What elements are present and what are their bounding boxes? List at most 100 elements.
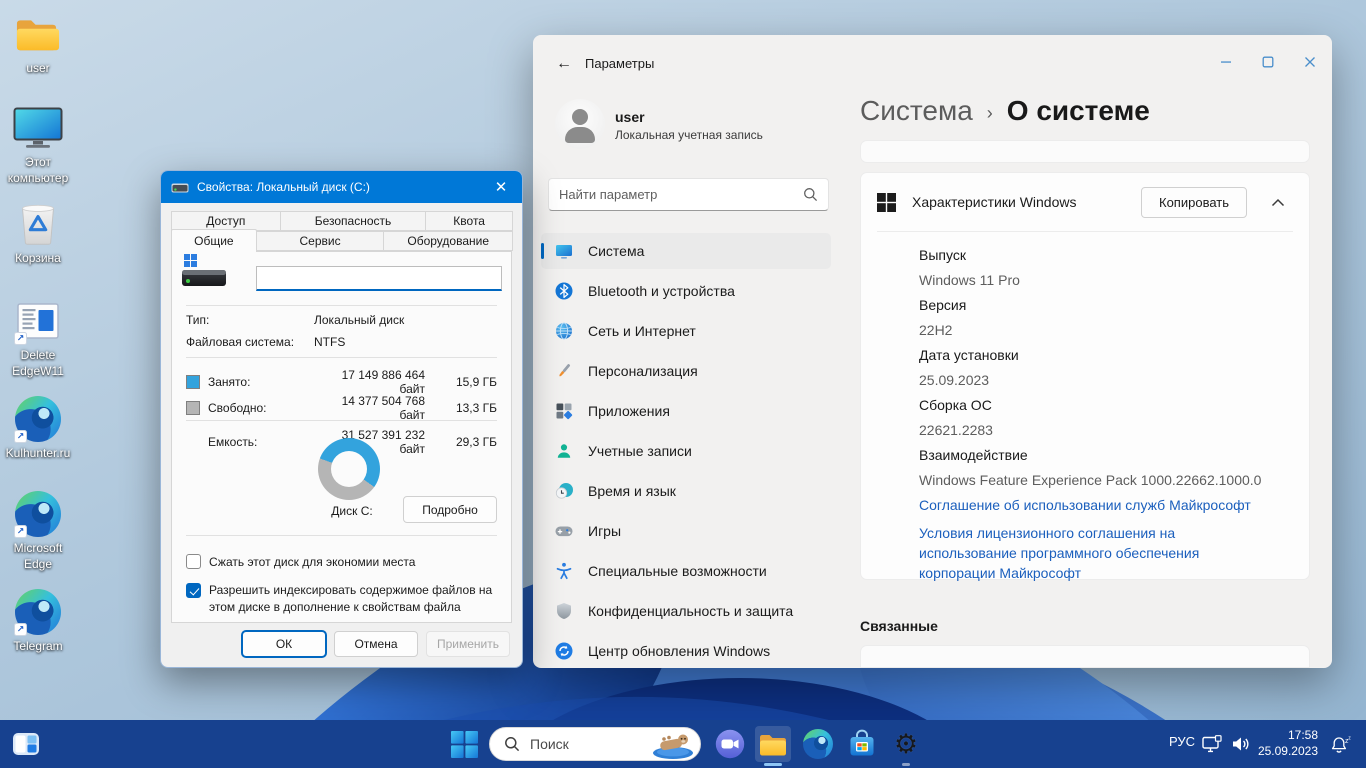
microsoft-store-icon xyxy=(850,729,874,756)
file-explorer-button[interactable] xyxy=(755,726,791,766)
spec-value: Windows Feature Experience Pack 1000.226… xyxy=(919,472,1262,488)
tab-general[interactable]: Общие xyxy=(171,229,257,252)
clock[interactable]: 17:58 25.09.2023 xyxy=(1252,728,1318,760)
user-avatar[interactable] xyxy=(555,99,605,149)
personalization-icon xyxy=(559,364,571,377)
tab-row-front: Общие Сервис Оборудование xyxy=(171,229,513,252)
disk-usage-donut xyxy=(318,438,380,500)
divider xyxy=(877,231,1293,232)
tab-tools[interactable]: Сервис xyxy=(255,231,385,251)
edge-icon xyxy=(803,729,833,759)
taskbar-search[interactable]: Поиск xyxy=(489,727,701,761)
folder-icon xyxy=(13,10,63,58)
dialog-titlebar[interactable]: Свойства: Локальный диск (C:) ✕ xyxy=(161,171,522,203)
volume-tray-button[interactable] xyxy=(1228,726,1254,762)
settings-button[interactable]: ⚙ xyxy=(888,726,924,766)
edge-button[interactable] xyxy=(800,726,836,762)
widgets-icon xyxy=(13,733,39,755)
bing-daily-animal-icon[interactable] xyxy=(652,729,694,759)
minimize-button[interactable] xyxy=(1206,49,1246,75)
shortcut-arrow-icon xyxy=(14,332,27,345)
settings-window: ← Параметры user Локальная учетная запис… xyxy=(533,35,1332,668)
used-space-row: Занято: 17 149 886 464 байт 15,9 ГБ xyxy=(186,368,497,396)
spec-label: Выпуск xyxy=(919,247,966,263)
sidebar-item-accounts[interactable]: Учетные записи xyxy=(541,433,831,469)
type-label: Тип: xyxy=(186,313,210,327)
sidebar-item-gaming[interactable]: Игры xyxy=(541,513,831,549)
tab-hardware[interactable]: Оборудование xyxy=(383,231,513,251)
sidebar-item-system[interactable]: Система xyxy=(541,233,831,269)
sidebar-item-bluetooth[interactable]: Bluetooth и устройства xyxy=(541,273,831,309)
shortcut-arrow-icon xyxy=(14,623,27,636)
edge-icon xyxy=(13,490,63,538)
sidebar-item-windows-update[interactable]: Центр обновления Windows xyxy=(541,633,831,668)
details-button[interactable]: Подробно xyxy=(403,496,497,523)
sidebar-item-accessibility[interactable]: Специальные возможности xyxy=(541,553,831,589)
language-indicator[interactable]: РУС xyxy=(1163,734,1201,749)
sidebar-item-personalization[interactable]: Персонализация xyxy=(541,353,831,389)
breadcrumb-parent[interactable]: Система xyxy=(860,95,973,127)
spec-value: 25.09.2023 xyxy=(919,372,990,388)
notifications-button[interactable]: zz xyxy=(1326,726,1356,762)
focus-assist-bell-icon: zz xyxy=(1331,735,1351,753)
user-name: user xyxy=(615,109,645,125)
related-card-cut xyxy=(860,645,1310,668)
settings-search-box[interactable] xyxy=(548,178,829,211)
start-button[interactable] xyxy=(446,726,482,762)
free-space-row: Свободно: 14 377 504 768 байт 13,3 ГБ xyxy=(186,394,497,422)
widgets-button[interactable] xyxy=(8,726,44,762)
settings-sidebar: Система Bluetooth и устройства Сеть и Ин… xyxy=(541,233,831,668)
spec-value: Windows 11 Pro xyxy=(919,272,1020,288)
tray-date: 25.09.2023 xyxy=(1257,743,1318,758)
general-tab-page: Тип: Локальный диск Файловая система: NT… xyxy=(171,251,512,623)
sidebar-item-apps[interactable]: Приложения xyxy=(541,393,831,429)
desktop-icon-delete-edgew11[interactable]: Delete EdgeW11 xyxy=(3,297,73,379)
services-agreement-link[interactable]: Соглашение об использовании служб Майкро… xyxy=(919,495,1269,515)
spec-value: 22H2 xyxy=(919,322,953,338)
gaming-icon xyxy=(555,526,573,537)
bluetooth-icon xyxy=(555,282,573,300)
close-button[interactable] xyxy=(1290,49,1330,75)
ok-button[interactable]: ОК xyxy=(242,631,326,657)
desktop-icon-recycle-bin[interactable]: Корзина xyxy=(3,200,73,267)
compress-checkbox[interactable] xyxy=(186,554,201,569)
chat-button[interactable] xyxy=(712,726,748,762)
index-checkbox[interactable] xyxy=(186,583,201,598)
capacity-label: Емкость: xyxy=(208,435,258,449)
compress-checkbox-row[interactable]: Сжать этот диск для экономии места xyxy=(186,554,497,569)
chevron-up-icon[interactable] xyxy=(1263,187,1293,217)
compress-checkbox-label: Сжать этот диск для экономии места xyxy=(209,554,416,569)
tab-quota[interactable]: Квота xyxy=(425,211,514,231)
index-checkbox-row[interactable]: Разрешить индексировать содержимое файло… xyxy=(186,582,497,617)
desktop-icon-user[interactable]: user xyxy=(3,10,73,77)
filesystem-label: Файловая система: xyxy=(186,335,295,349)
maximize-button[interactable] xyxy=(1248,49,1288,75)
desktop-icon-telegram[interactable]: Telegram xyxy=(3,588,73,655)
windows-start-icon xyxy=(450,730,478,758)
tab-security[interactable]: Безопасность xyxy=(279,211,427,231)
cancel-button[interactable]: Отмена xyxy=(334,631,418,657)
divider xyxy=(186,535,497,536)
sidebar-item-privacy[interactable]: Конфиденциальность и защита xyxy=(541,593,831,629)
tab-access[interactable]: Доступ xyxy=(171,211,281,231)
sidebar-item-time-language[interactable]: Время и язык xyxy=(541,473,831,509)
settings-search-input[interactable] xyxy=(559,187,803,202)
windows-logo-icon xyxy=(877,192,896,212)
desktop-icon-label: user xyxy=(26,61,50,75)
desktop-icon-kulhunter[interactable]: Kulhunter.ru xyxy=(3,395,73,462)
shortcut-document-icon xyxy=(13,297,63,345)
sidebar-item-network[interactable]: Сеть и Интернет xyxy=(541,313,831,349)
breadcrumb: Система › О системе xyxy=(860,95,1150,127)
back-arrow-icon[interactable]: ← xyxy=(549,51,579,77)
divider xyxy=(186,420,497,421)
spec-label: Сборка ОС xyxy=(919,397,992,413)
store-button[interactable] xyxy=(844,726,880,762)
network-tray-button[interactable] xyxy=(1199,726,1227,762)
license-terms-link[interactable]: Условия лицензионного соглашения на испо… xyxy=(919,523,1269,583)
disk-chart-label: Диск C: xyxy=(331,504,373,518)
volume-label-input[interactable] xyxy=(256,266,502,291)
close-icon[interactable]: ✕ xyxy=(490,178,512,196)
desktop-icon-this-pc[interactable]: Этот компьютер xyxy=(3,104,73,186)
desktop-icon-microsoft-edge[interactable]: Microsoft Edge xyxy=(3,490,73,572)
copy-button[interactable]: Копировать xyxy=(1141,186,1247,218)
